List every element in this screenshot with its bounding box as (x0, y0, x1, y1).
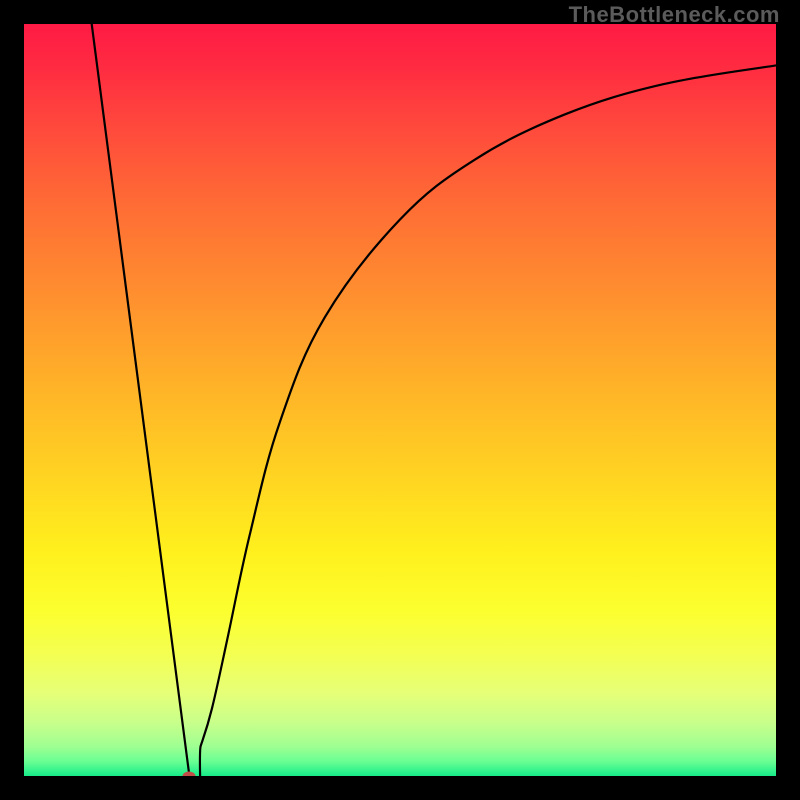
watermark-text: TheBottleneck.com (569, 2, 780, 28)
curve-tip-marker (183, 772, 196, 777)
curve-svg (24, 24, 776, 776)
bottleneck-curve (92, 24, 776, 776)
chart-frame: TheBottleneck.com (0, 0, 800, 800)
plot-area (24, 24, 776, 776)
